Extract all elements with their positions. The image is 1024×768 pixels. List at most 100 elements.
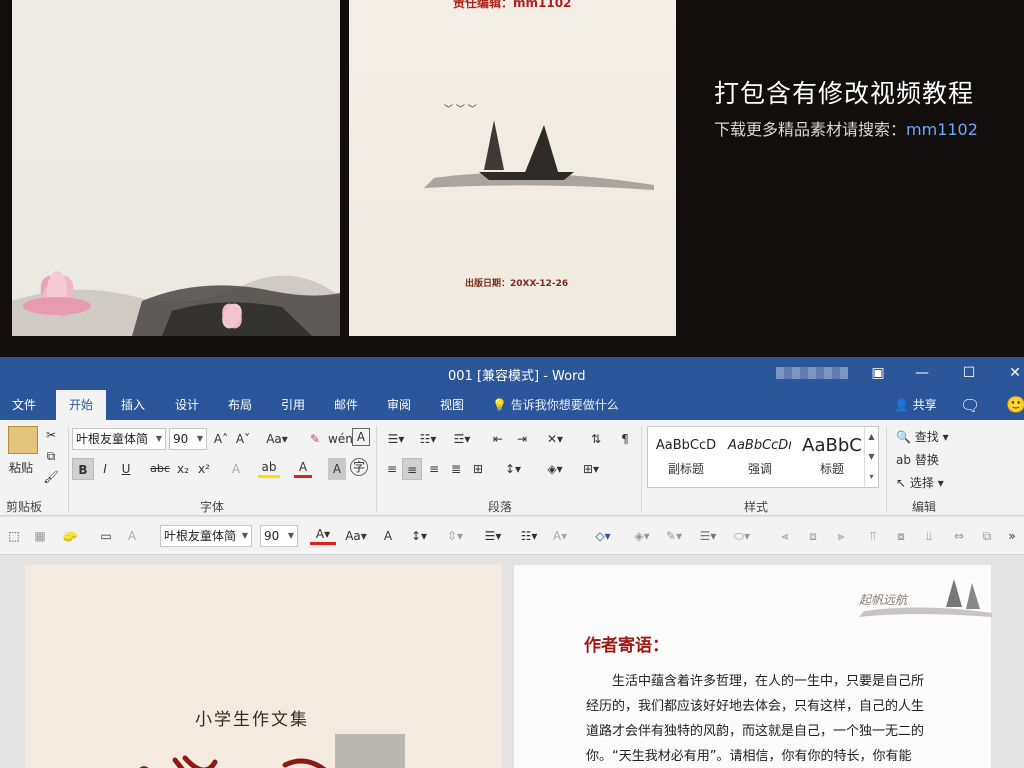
style-subtitle[interactable]: AaBbCcD 副标题 <box>650 435 722 477</box>
editor-line: 责任编辑：mm1102 <box>453 0 572 10</box>
copy-icon[interactable]: ⧉ <box>42 445 60 467</box>
paste-button[interactable]: 粘贴 <box>6 457 36 479</box>
body-line: 道路才会伴有独特的风韵，而这就是自己，一个独一无二的 <box>586 724 925 739</box>
superscript-icon[interactable]: x² <box>196 458 212 480</box>
styles-scroll-icon[interactable]: ▲ ▼ ▾ <box>864 427 878 487</box>
shape-effects-icon[interactable]: ⬭▾ <box>728 525 756 547</box>
chinese-layout-icon[interactable]: ✕▾ <box>540 428 570 450</box>
group-objects-icon[interactable]: ⧉ <box>978 525 996 547</box>
tab-mailings[interactable]: 邮件 <box>323 390 369 420</box>
highlight-color-icon[interactable]: ab <box>258 458 280 478</box>
shading-icon[interactable]: ◈▾ <box>540 458 570 480</box>
character-border-icon[interactable]: A <box>352 428 370 446</box>
justify-icon[interactable]: ≣ <box>446 458 466 480</box>
line-weight-icon[interactable]: ☰▾ <box>694 525 722 547</box>
maximize-icon[interactable]: ☐ <box>958 363 980 383</box>
shrink-font-icon[interactable]: A˅ <box>234 428 252 450</box>
strikethrough-button[interactable]: abc <box>149 458 171 480</box>
mini-font-name-combo[interactable]: 叶根友童体简 ▼ <box>160 525 252 547</box>
distributed-icon[interactable]: ⊞ <box>468 458 488 480</box>
style-emphasis[interactable]: AaBbCcDı 强调 <box>724 435 796 477</box>
mini-bullets-icon[interactable]: ☰▾ <box>478 525 508 547</box>
share-button[interactable]: 👤 共享 <box>894 390 937 420</box>
mini-spacing-icon[interactable]: ⇳▾ <box>440 525 470 547</box>
mini-text-effect-icon[interactable]: A▾ <box>548 525 572 547</box>
tab-file[interactable]: 文件 <box>2 390 46 420</box>
show-marks-icon[interactable]: ¶ <box>616 428 634 450</box>
shape-icon[interactable]: ◇▾ <box>588 525 618 547</box>
align-left-icon[interactable]: ≡ <box>382 458 402 480</box>
ribbon-display-options-icon[interactable]: ▣ <box>867 363 889 383</box>
mini-font-color-icon[interactable]: A▾ <box>310 525 336 545</box>
style-title[interactable]: AaBbC 标题 <box>796 435 868 477</box>
align-middle-objects-icon[interactable]: ⧇ <box>892 525 910 547</box>
sort-icon[interactable]: ⇅ <box>586 428 606 450</box>
multilevel-list-icon[interactable]: ☲▾ <box>448 428 476 450</box>
font-size-combo[interactable]: 90 ▼ <box>169 428 207 450</box>
tab-design[interactable]: 设计 <box>164 390 210 420</box>
bold-button[interactable]: B <box>72 458 94 480</box>
align-right-icon[interactable]: ≡ <box>424 458 444 480</box>
mini-change-case-button[interactable]: Aa▾ <box>342 525 370 547</box>
align-center-icon[interactable]: ≡ <box>402 458 422 480</box>
shape-outline-icon[interactable]: ✎▾ <box>660 525 688 547</box>
screen: 责任编辑：mm1102 ﹀ ﹀ ﹀ 出版日期：20XX-12-26 打包含有修改… <box>0 0 1024 768</box>
tab-references[interactable]: 引用 <box>270 390 316 420</box>
format-painter-icon[interactable]: 🖌 <box>42 466 60 488</box>
align-bottom-objects-icon[interactable]: ⫫ <box>920 525 938 547</box>
text-box-icon[interactable]: ▭ <box>96 525 116 547</box>
select-objects-icon[interactable]: ⬚ <box>4 525 24 547</box>
font-color-icon[interactable]: A <box>294 458 312 478</box>
replace-button[interactable]: ab 替换 <box>896 451 939 468</box>
mini-numbering-icon[interactable]: ☷▾ <box>514 525 544 547</box>
change-case-button[interactable]: Aa▾ <box>262 428 292 450</box>
grid-icon[interactable]: ▦ <box>30 525 50 547</box>
select-button[interactable]: ↖ 选择 ▾ <box>896 474 944 491</box>
close-icon[interactable]: ✕ <box>1004 363 1024 383</box>
decrease-indent-icon[interactable]: ⇤ <box>488 428 508 450</box>
text-effects-icon[interactable]: A <box>226 458 246 480</box>
tab-layout[interactable]: 布局 <box>217 390 263 420</box>
eraser-icon[interactable]: 🧽 <box>60 525 80 547</box>
line-spacing-icon[interactable]: ↕▾ <box>498 458 528 480</box>
tab-view[interactable]: 视图 <box>429 390 475 420</box>
cover-title-calligraphy <box>139 755 327 768</box>
distribute-icon[interactable]: ⇔ <box>950 525 968 547</box>
word-art-icon[interactable]: A <box>122 525 142 547</box>
font-name-combo[interactable]: 叶根友童体简 ▼ <box>72 428 166 450</box>
grow-font-icon[interactable]: A˄ <box>212 428 230 450</box>
document-area[interactable]: 小学生作文集 起帆远航 作者寄语： 生活中蕴含着许多哲理，在人的一生中，只要是自… <box>0 555 1024 768</box>
comments-icon[interactable]: 🗨 <box>960 396 980 415</box>
increase-indent-icon[interactable]: ⇥ <box>512 428 532 450</box>
smiley-feedback-icon[interactable]: 🙂 <box>1006 395 1024 414</box>
styles-gallery: AaBbCcD 副标题 AaBbCcDı 强调 AaBbC 标题 ▲ ▼ ▾ <box>647 426 879 488</box>
paragraph-group-label: 段落 <box>488 500 513 514</box>
enclose-characters-icon[interactable]: 字 <box>350 458 368 476</box>
cut-icon[interactable]: ✂ <box>42 424 60 446</box>
align-left-objects-icon[interactable]: ⫷ <box>776 525 794 547</box>
subscript-icon[interactable]: x₂ <box>175 458 191 480</box>
borders-icon[interactable]: ⊞▾ <box>576 458 606 480</box>
minimize-icon[interactable]: — <box>911 363 933 383</box>
mini-font-size-combo[interactable]: 90 ▼ <box>260 525 298 547</box>
italic-button[interactable]: I <box>97 458 113 480</box>
underline-button[interactable]: U <box>117 458 135 480</box>
mini-font-icon[interactable]: A <box>380 525 396 547</box>
tab-review[interactable]: 审阅 <box>376 390 422 420</box>
shape-fill-icon[interactable]: ◈▾ <box>628 525 656 547</box>
find-button[interactable]: 🔍 查找 ▾ <box>896 428 949 445</box>
tab-home[interactable]: 开始 <box>56 390 106 420</box>
align-top-objects-icon[interactable]: ⫪ <box>864 525 882 547</box>
tab-insert[interactable]: 插入 <box>110 390 156 420</box>
mini-line-spacing-icon[interactable]: ↕▾ <box>404 525 434 547</box>
clear-formatting-icon[interactable]: ✎ <box>306 428 324 450</box>
more-icon[interactable]: » <box>1004 525 1020 547</box>
align-center-objects-icon[interactable]: ⧈ <box>804 525 822 547</box>
character-shading-icon[interactable]: A <box>328 458 346 480</box>
numbering-icon[interactable]: ☷▾ <box>414 428 442 450</box>
align-right-objects-icon[interactable]: ⫸ <box>832 525 850 547</box>
bullets-icon[interactable]: ☰▾ <box>382 428 410 450</box>
paste-icon[interactable] <box>8 426 38 454</box>
phonetic-guide-icon[interactable]: wén <box>328 428 353 450</box>
tell-me-search[interactable]: 💡 告诉我你想要做什么 <box>492 390 619 420</box>
